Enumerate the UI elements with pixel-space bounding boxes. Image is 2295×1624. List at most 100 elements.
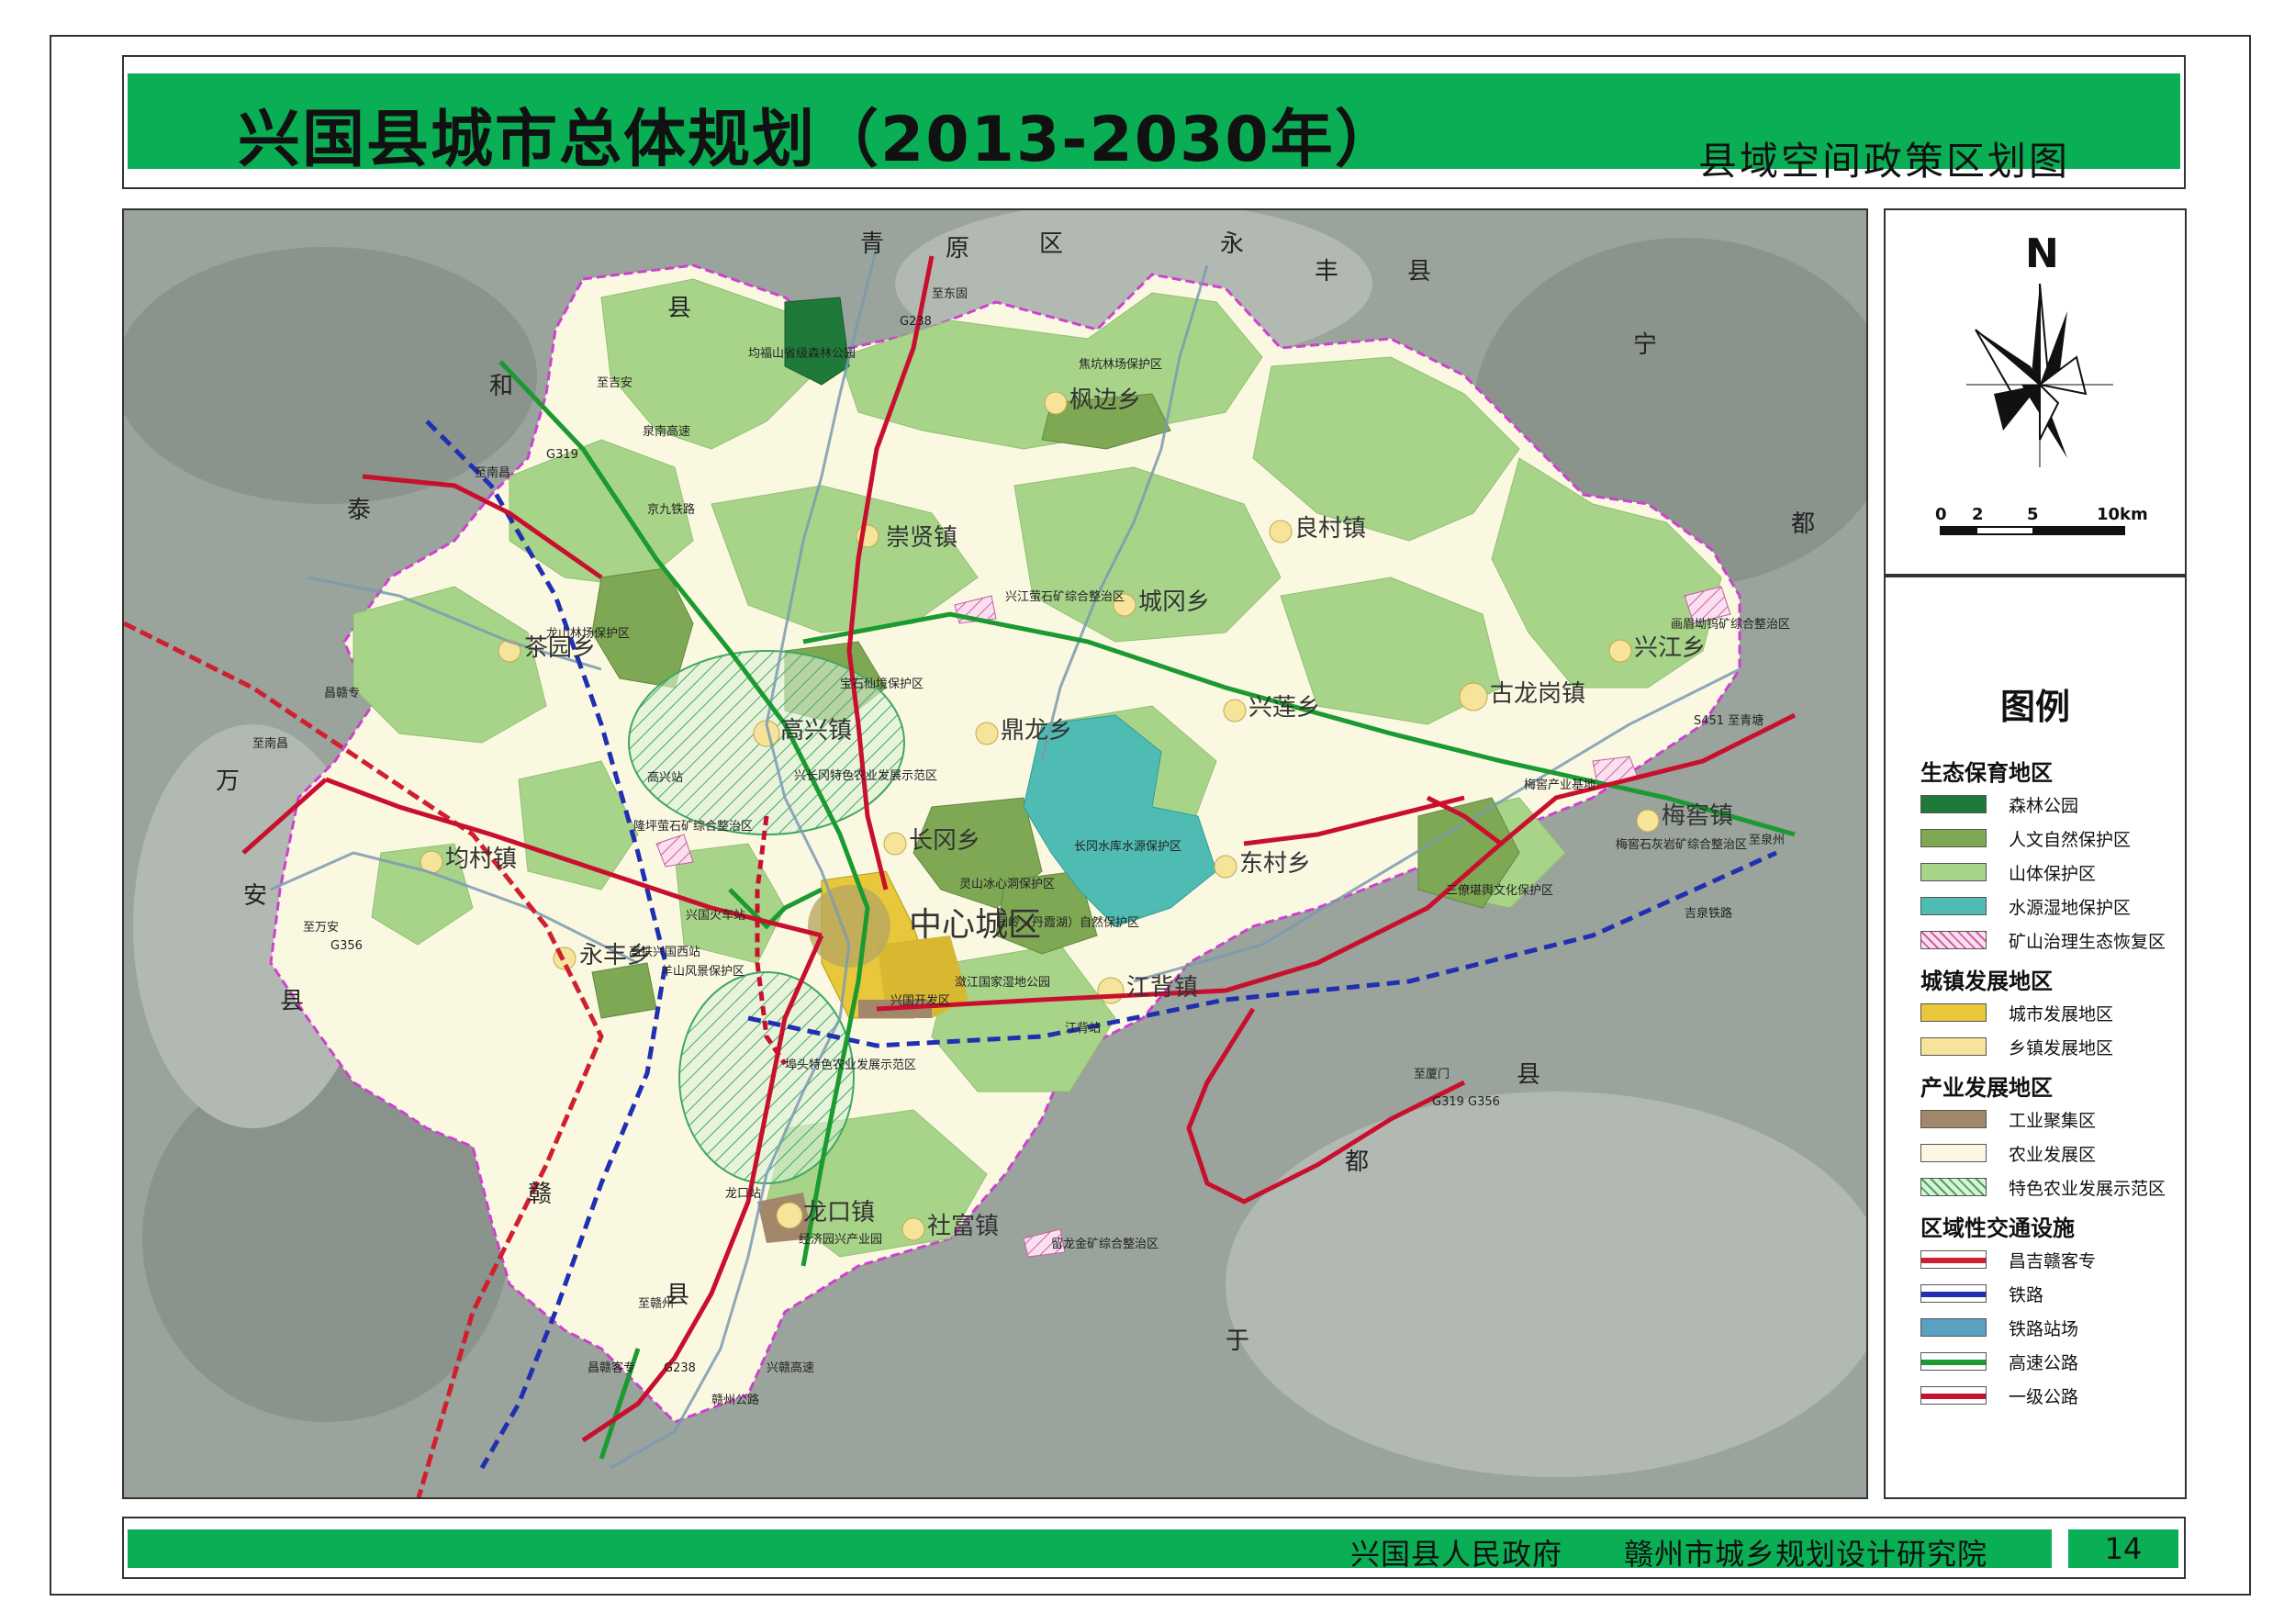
svg-text:高兴站: 高兴站 [647, 770, 683, 785]
svg-text:鼎龙乡: 鼎龙乡 [1001, 717, 1072, 745]
svg-text:兴江萤石矿综合整治区: 兴江萤石矿综合整治区 [1005, 590, 1125, 604]
compass-rose-icon [1966, 283, 2113, 467]
svg-text:高兴镇: 高兴镇 [780, 717, 852, 745]
svg-text:兴江乡: 兴江乡 [1634, 634, 1706, 662]
legend-item-mining: 矿山治理生态恢复区 [1920, 929, 2166, 952]
svg-text:昌赣客专: 昌赣客专 [588, 1361, 635, 1375]
north-arrow-panel: N 0 2 5 10km [1884, 208, 2187, 576]
svg-text:泉南高速: 泉南高速 [643, 424, 690, 439]
svg-text:0: 0 [1935, 505, 1947, 524]
legend-item-expressway: 高速公路 [1920, 1350, 2078, 1373]
legend-swatch [1920, 1284, 1987, 1303]
svg-text:至东固: 至东固 [932, 287, 968, 301]
title-block: 兴国县城市总体规划（2013-2030年） 县域空间政策区划图 [122, 55, 2186, 189]
legend-item-passenger-rail: 昌吉赣客专 [1920, 1249, 2096, 1271]
legend-swatch [1920, 1318, 1987, 1337]
svg-text:G238: G238 [664, 1361, 696, 1375]
legend-item-water-source: 水源湿地保护区 [1920, 895, 2131, 918]
svg-text:G238: G238 [900, 315, 932, 329]
title-band: 兴国县城市总体规划（2013-2030年） 县域空间政策区划图 [128, 73, 2180, 184]
svg-text:长冈乡: 长冈乡 [909, 827, 980, 855]
svg-text:潋江国家湿地公园: 潋江国家湿地公园 [955, 975, 1050, 990]
svg-text:龙山林场保护区: 龙山林场保护区 [546, 627, 630, 641]
legend-group-industry: 产业发展地区 [1920, 1075, 2053, 1101]
footer-credits: 兴国县人民政府 赣州市城乡规划设计研究院 [1349, 1537, 1987, 1572]
svg-text:至南昌: 至南昌 [252, 736, 288, 751]
legend-item-station: 铁路站场 [1920, 1316, 2078, 1339]
svg-text:至赣州: 至赣州 [638, 1297, 674, 1311]
svg-text:梅窖石灰岩矿综合整治区: 梅窖石灰岩矿综合整治区 [1616, 837, 1747, 852]
svg-text:于: 于 [1226, 1327, 1249, 1355]
svg-text:昌赣专: 昌赣专 [324, 687, 360, 700]
svg-text:江背镇: 江背镇 [1126, 974, 1198, 1002]
north-arrow-graphic: N 0 2 5 10km [1935, 230, 2148, 535]
legend-title: 图例 [1999, 687, 2070, 727]
svg-text:县: 县 [667, 295, 691, 322]
svg-text:5: 5 [2027, 505, 2039, 524]
svg-text:枫边乡: 枫边乡 [1069, 386, 1141, 414]
legend-item-forest-park: 森林公园 [1920, 793, 2078, 816]
svg-text:江背站: 江背站 [1065, 1022, 1101, 1036]
legend-group-urban: 城镇发展地区 [1920, 969, 2053, 994]
svg-text:崇贤镇: 崇贤镇 [886, 524, 957, 552]
svg-text:画眉坳钨矿综合整治区: 画眉坳钨矿综合整治区 [1671, 617, 1790, 632]
svg-text:兴长冈特色农业发展示范区: 兴长冈特色农业发展示范区 [794, 768, 937, 783]
svg-text:龙口镇: 龙口镇 [803, 1199, 875, 1226]
svg-text:梅窖镇: 梅窖镇 [1662, 802, 1733, 830]
svg-text:吉泉铁路: 吉泉铁路 [1685, 906, 1732, 921]
svg-text:赣: 赣 [528, 1181, 552, 1208]
svg-text:兴国火车站: 兴国火车站 [686, 908, 745, 923]
svg-text:均村镇: 均村镇 [445, 846, 517, 873]
footer-band: 兴国县人民政府 赣州市城乡规划设计研究院 [128, 1529, 2052, 1572]
svg-text:灵山冰心洞保护区: 灵山冰心洞保护区 [959, 878, 1055, 891]
svg-text:县: 县 [1407, 258, 1431, 286]
svg-text:丰: 丰 [1315, 258, 1338, 286]
legend-item-city-dev: 城市发展地区 [1920, 1002, 2113, 1025]
legend-swatch [1920, 1110, 1987, 1128]
svg-text:赣州公路: 赣州公路 [711, 1393, 759, 1407]
svg-text:高铁兴国西站: 高铁兴国西站 [629, 945, 700, 959]
svg-text:梅窖产业基地: 梅窖产业基地 [1524, 778, 1595, 792]
legend-swatch [1920, 1003, 1987, 1022]
legend-item-railway: 铁路 [1920, 1282, 2043, 1305]
legend-item-town-dev: 乡镇发展地区 [1920, 1036, 2113, 1058]
map-subtitle: 县域空间政策区划图 [1697, 139, 2070, 184]
svg-text:都: 都 [1345, 1148, 1369, 1176]
legend-swatch [1920, 897, 1987, 915]
svg-text:都: 都 [1791, 510, 1815, 538]
legend-group-transport: 区域性交通设施 [1920, 1215, 2075, 1241]
svg-text:城冈乡: 城冈乡 [1138, 588, 1210, 616]
map-panel[interactable]: 青 原 区 永 丰 县 宁 都 泰 和 县 万 安 县 赣 县 于 都 县 中心… [122, 208, 1868, 1499]
svg-text:羊山风景保护区: 羊山风景保护区 [661, 964, 744, 979]
legend-item-agriculture: 农业发展区 [1920, 1142, 2096, 1165]
legend-swatch [1920, 1352, 1987, 1371]
svg-text:原: 原 [946, 235, 969, 263]
legend-swatch [1920, 863, 1987, 881]
svg-text:龙口站: 龙口站 [725, 1187, 761, 1201]
svg-text:万: 万 [216, 767, 240, 795]
svg-text:宁: 宁 [1633, 331, 1657, 359]
svg-text:至泉州: 至泉州 [1749, 833, 1785, 847]
legend-swatch [1920, 829, 1987, 847]
svg-text:县: 县 [1517, 1061, 1540, 1089]
policy-zoning-map: 青 原 区 永 丰 县 宁 都 泰 和 县 万 安 县 赣 县 于 都 县 中心… [124, 210, 1866, 1497]
svg-text:安: 安 [243, 882, 267, 910]
legend-item-special-agri: 特色农业发展示范区 [1920, 1176, 2166, 1199]
svg-text:京九铁路: 京九铁路 [647, 502, 695, 517]
svg-text:泰: 泰 [347, 497, 371, 524]
svg-text:留龙金矿综合整治区: 留龙金矿综合整治区 [1051, 1237, 1159, 1251]
svg-text:至吉安: 至吉安 [597, 376, 633, 390]
svg-text:焦坑林场保护区: 焦坑林场保护区 [1079, 358, 1162, 372]
north-letter: N [2025, 230, 2059, 277]
svg-text:至南昌: 至南昌 [475, 465, 510, 480]
legend-item-mountain: 山体保护区 [1920, 861, 2096, 884]
svg-text:经济园兴产业园: 经济园兴产业园 [799, 1233, 882, 1247]
svg-text:县: 县 [280, 988, 304, 1015]
svg-text:区: 区 [1039, 230, 1063, 258]
svg-text:S451 至青塘: S451 至青塘 [1694, 713, 1763, 728]
legend-swatch [1920, 1178, 1987, 1196]
svg-text:G356: G356 [330, 939, 363, 953]
page-number-box: 14 [2068, 1529, 2178, 1568]
svg-text:三僚堪舆文化保护区: 三僚堪舆文化保护区 [1446, 884, 1553, 898]
svg-text:至厦门: 至厦门 [1414, 1068, 1450, 1081]
